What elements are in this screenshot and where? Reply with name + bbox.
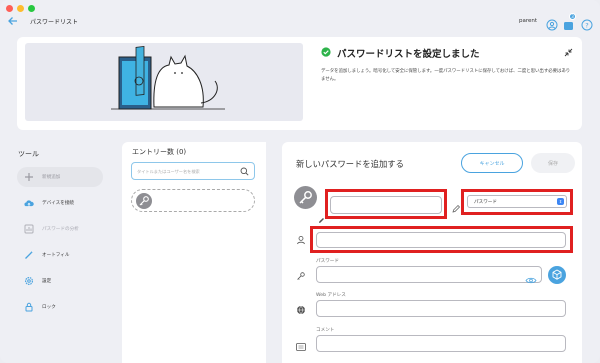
comment-field[interactable] bbox=[316, 335, 566, 352]
user-name: parent bbox=[519, 18, 538, 24]
sidebar-item-password-analysis[interactable]: パスワードの分析 bbox=[17, 219, 103, 239]
cloud-upload-icon bbox=[24, 198, 34, 208]
lock-icon bbox=[24, 302, 34, 312]
password-label: パスワード bbox=[316, 259, 339, 264]
sidebar-item-label: ロック bbox=[42, 305, 56, 310]
web-address-field[interactable] bbox=[316, 300, 566, 317]
generate-password-button[interactable] bbox=[548, 266, 566, 284]
sidebar-item-lock[interactable]: ロック bbox=[17, 297, 103, 317]
banner-title-text: パスワードリストを設定しました bbox=[337, 49, 480, 60]
key-icon bbox=[136, 193, 152, 209]
username-highlight-box bbox=[310, 226, 573, 253]
tools-sidebar: ツール 新規追加 デバイスを接続 パスワードの分析 オートフィル 設定 ロック bbox=[0, 142, 115, 363]
entry-count: エントリー数 (0) bbox=[132, 148, 187, 156]
sidebar-item-add-new[interactable]: 新規追加 bbox=[17, 167, 103, 187]
sidebar-item-settings[interactable]: 設定 bbox=[17, 271, 103, 291]
new-entry-placeholder[interactable] bbox=[131, 189, 255, 212]
globe-icon bbox=[296, 300, 306, 315]
zoom-window-button[interactable] bbox=[28, 5, 35, 12]
sidebar-item-label: パスワードの分析 bbox=[42, 227, 79, 232]
back-arrow-icon[interactable] bbox=[7, 15, 21, 29]
sidebar-item-connect-device[interactable]: デバイスを接続 bbox=[17, 193, 103, 213]
search-input[interactable]: タイトルまたはユーザー名を検索 bbox=[131, 162, 255, 180]
entry-list-panel: エントリー数 (0) タイトルまたはユーザー名を検索 bbox=[122, 142, 266, 363]
search-placeholder: タイトルまたはユーザー名を検索 bbox=[137, 169, 200, 174]
title-highlight-box bbox=[325, 189, 447, 219]
minimize-window-button[interactable] bbox=[17, 5, 24, 12]
gear-icon bbox=[24, 276, 34, 286]
app-title: パスワードリスト bbox=[30, 19, 79, 26]
type-highlight-box bbox=[461, 189, 573, 215]
form-title: 新しいパスワードを追加する bbox=[296, 159, 404, 169]
key-outline-icon bbox=[296, 266, 306, 280]
eye-icon[interactable] bbox=[525, 270, 537, 289]
close-window-button[interactable] bbox=[6, 5, 13, 12]
notification-badge: 3 bbox=[569, 13, 576, 20]
analysis-icon bbox=[24, 224, 34, 234]
sidebar-item-label: オートフィル bbox=[42, 253, 70, 258]
search-icon[interactable] bbox=[240, 167, 249, 177]
banner-description: データを追加しましょう。暗号化して安全に保管します。一度パスワードリストに保存し… bbox=[321, 69, 571, 82]
notification-icon[interactable]: 3 bbox=[563, 13, 576, 30]
check-circle-icon bbox=[321, 46, 331, 60]
user-icon bbox=[296, 230, 306, 245]
password-field[interactable] bbox=[316, 266, 542, 284]
cancel-button[interactable]: キャンセル bbox=[461, 153, 523, 173]
title-bar: パスワードリスト parent 3 ? bbox=[0, 13, 600, 33]
autofill-icon bbox=[24, 250, 34, 260]
sidebar-item-label: 新規追加 bbox=[42, 175, 61, 180]
cube-icon bbox=[548, 269, 566, 288]
safe-cat-illustration bbox=[25, 43, 303, 121]
comment-label: コメント bbox=[316, 328, 335, 333]
help-icon[interactable]: ? bbox=[581, 16, 593, 31]
plus-icon bbox=[24, 172, 34, 182]
web-address-label: Web アドレス bbox=[316, 293, 346, 298]
entry-key-icon[interactable] bbox=[294, 186, 317, 209]
sidebar-item-autofill[interactable]: オートフィル bbox=[17, 245, 103, 265]
sidebar-item-label: 設定 bbox=[42, 279, 52, 284]
window-controls bbox=[6, 5, 35, 12]
banner-title: パスワードリストを設定しました bbox=[321, 46, 480, 60]
account-icon[interactable] bbox=[546, 16, 558, 31]
collapse-arrows-icon[interactable] bbox=[564, 48, 573, 59]
sidebar-item-label: デバイスを接続 bbox=[42, 201, 75, 206]
svg-text:?: ? bbox=[585, 21, 588, 29]
setup-banner: パスワードリストを設定しました データを追加しましょう。暗号化して安全に保管しま… bbox=[17, 37, 582, 130]
save-button[interactable]: 保存 bbox=[531, 153, 575, 173]
sidebar-heading: ツール bbox=[18, 150, 39, 158]
add-password-form: 新しいパスワードを追加する キャンセル 保存 パスワード ⇕ パスワード Web… bbox=[282, 142, 582, 363]
comment-icon bbox=[296, 336, 306, 351]
app-window: パスワードリスト parent 3 ? パスワードリストを設定しました データを… bbox=[0, 0, 600, 363]
